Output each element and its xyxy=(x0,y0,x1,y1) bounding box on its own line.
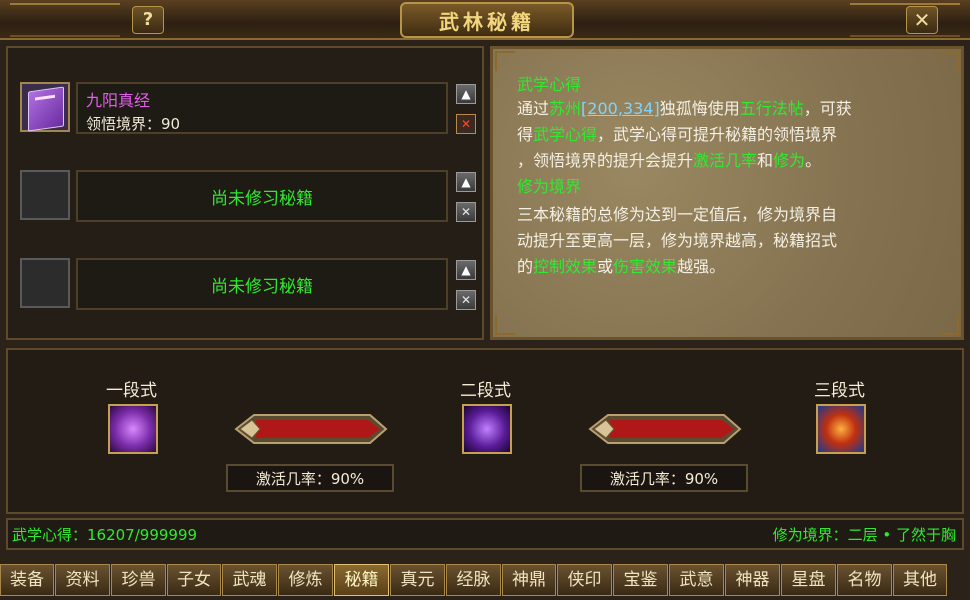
info-section-title-insight: 武学心得 xyxy=(517,75,582,94)
close-button[interactable]: ✕ xyxy=(906,6,938,34)
info-line-2: 得武学心得，武学心得可提升秘籍的领悟境界 xyxy=(517,121,837,145)
activation-rate-1: 激活几率：90% xyxy=(226,464,394,492)
info-panel: 武学心得 通过苏州[200,334]独孤悔使用五行法帖，可获 得武学心得，武学心… xyxy=(490,46,964,340)
info-item: 五行法帖 xyxy=(739,99,804,118)
move-up-button-2[interactable]: ▲ xyxy=(456,172,476,192)
manual-slot-1[interactable]: 九阳真经 领悟境界：90 xyxy=(76,82,448,134)
tab-5[interactable]: 修炼 xyxy=(278,564,333,596)
martial-arts-manual-window: ? 武林秘籍 ✕ 九阳真经 领悟境界：90 ▲ ✕ 尚未修习秘籍 ▲ ✕ 尚未修… xyxy=(0,0,970,600)
manual-slots-panel: 九阳真经 领悟境界：90 ▲ ✕ 尚未修习秘籍 ▲ ✕ 尚未修习秘籍 ▲ ✕ xyxy=(6,46,484,340)
title-ornament-right xyxy=(850,3,960,37)
insight-counter: 武学心得：16207/999999 xyxy=(12,526,198,544)
info-text: 的 xyxy=(517,257,534,276)
empty-slot-text: 尚未修习秘籍 xyxy=(211,188,313,209)
tab-7[interactable]: 真元 xyxy=(390,564,445,596)
corner-ornament xyxy=(939,315,959,335)
tab-8[interactable]: 经脉 xyxy=(446,564,501,596)
info-text: ，武学心得可提升秘籍的领悟境界 xyxy=(597,125,838,144)
info-text: 。 xyxy=(805,151,822,170)
info-text: 独孤悔使用 xyxy=(659,99,740,118)
tab-2[interactable]: 珍兽 xyxy=(111,564,166,596)
info-line-3: ，领悟境界的提升会提升激活几率和修为。 xyxy=(517,147,821,171)
info-text: 得 xyxy=(517,125,534,144)
remove-button-2[interactable]: ✕ xyxy=(456,202,476,222)
help-button[interactable]: ? xyxy=(132,6,164,34)
cultivation-realm: 修为境界：二层 • 了然于胸 xyxy=(772,526,956,544)
title-plate: 武林秘籍 xyxy=(400,2,574,38)
manual-level: 领悟境界：90 xyxy=(86,115,181,133)
info-line-4: 三本秘籍的总修为达到一定值后，修为境界自 xyxy=(517,205,838,224)
info-text: 和 xyxy=(757,151,774,170)
window-title: 武林秘籍 xyxy=(439,9,535,34)
corner-ornament xyxy=(495,51,515,71)
move-up-button-1[interactable]: ▲ xyxy=(456,84,476,104)
info-highlight: 武学心得 xyxy=(533,125,598,144)
manual-slot-3[interactable]: 尚未修习秘籍 xyxy=(76,258,448,310)
corner-ornament xyxy=(495,315,515,335)
tab-14[interactable]: 星盘 xyxy=(781,564,836,596)
skill-stage-panel: 一段式 二段式 三段式 激活几率：90% 激活几率：90% xyxy=(6,348,964,514)
stage-2-skill-icon[interactable] xyxy=(462,404,512,454)
info-city: 苏州 xyxy=(549,99,582,118)
progress-arrow-1 xyxy=(234,414,388,444)
info-line-6: 的控制效果或伤害效果越强。 xyxy=(517,253,725,277)
info-highlight: 激活几率 xyxy=(693,151,758,170)
info-text: 通过 xyxy=(517,99,550,118)
status-bar: 武学心得：16207/999999 修为境界：二层 • 了然于胸 xyxy=(6,518,964,550)
manual-slot-2[interactable]: 尚未修习秘籍 xyxy=(76,170,448,222)
activation-rate-2: 激活几率：90% xyxy=(580,464,748,492)
stage-1-skill-icon[interactable] xyxy=(108,404,158,454)
remove-button-1[interactable]: ✕ xyxy=(456,114,476,134)
info-text: ，可获 xyxy=(803,99,852,118)
tab-9[interactable]: 神鼎 xyxy=(502,564,556,596)
info-highlight: 修为 xyxy=(773,151,806,170)
manual-book-icon xyxy=(28,86,64,132)
title-ornament-left xyxy=(10,3,120,37)
info-section-title-realm: 修为境界 xyxy=(517,177,582,196)
tab-10[interactable]: 侠印 xyxy=(557,564,612,596)
tab-16[interactable]: 其他 xyxy=(893,564,947,596)
tab-15[interactable]: 名物 xyxy=(837,564,892,596)
manual-slot-icon-1[interactable] xyxy=(20,82,70,132)
stage-3-skill-icon[interactable] xyxy=(816,404,866,454)
stage-label-1: 一段式 xyxy=(106,381,157,401)
tab-6[interactable]: 秘籍 xyxy=(334,564,389,596)
manual-slot-icon-2[interactable] xyxy=(20,170,70,220)
corner-ornament xyxy=(939,51,959,71)
info-text: 越强。 xyxy=(677,257,726,276)
tab-0[interactable]: 装备 xyxy=(0,564,54,596)
stage-label-2: 二段式 xyxy=(460,381,511,401)
bottom-tab-bar: 装备 资料 珍兽 子女 武魂 修炼 秘籍 真元 经脉 神鼎 侠印 宝鉴 武意 神器 星盘 名物 其他 xyxy=(0,564,970,598)
info-highlight: 伤害效果 xyxy=(613,257,678,276)
coordinate-link[interactable]: [200,334] xyxy=(581,99,660,118)
remove-button-3[interactable]: ✕ xyxy=(456,290,476,310)
info-line-5: 动提升至更高一层，修为境界越高，秘籍招式 xyxy=(517,231,838,250)
manual-slot-icon-3[interactable] xyxy=(20,258,70,308)
tab-11[interactable]: 宝鉴 xyxy=(613,564,668,596)
tab-13[interactable]: 神器 xyxy=(725,564,780,596)
stage-label-3: 三段式 xyxy=(814,381,865,401)
info-text: 或 xyxy=(597,257,614,276)
tab-1[interactable]: 资料 xyxy=(55,564,110,596)
info-highlight: 控制效果 xyxy=(533,257,598,276)
title-bar: ? 武林秘籍 ✕ xyxy=(0,0,970,40)
tab-12[interactable]: 武意 xyxy=(669,564,724,596)
tab-4[interactable]: 武魂 xyxy=(222,564,277,596)
empty-slot-text: 尚未修习秘籍 xyxy=(211,276,313,297)
progress-arrow-2 xyxy=(588,414,742,444)
info-text: ，领悟境界的提升会提升 xyxy=(517,151,694,170)
move-up-button-3[interactable]: ▲ xyxy=(456,260,476,280)
tab-3[interactable]: 子女 xyxy=(167,564,221,596)
manual-name: 九阳真经 xyxy=(86,91,151,110)
info-line-1: 通过苏州[200,334]独孤悔使用五行法帖，可获 xyxy=(517,95,852,119)
